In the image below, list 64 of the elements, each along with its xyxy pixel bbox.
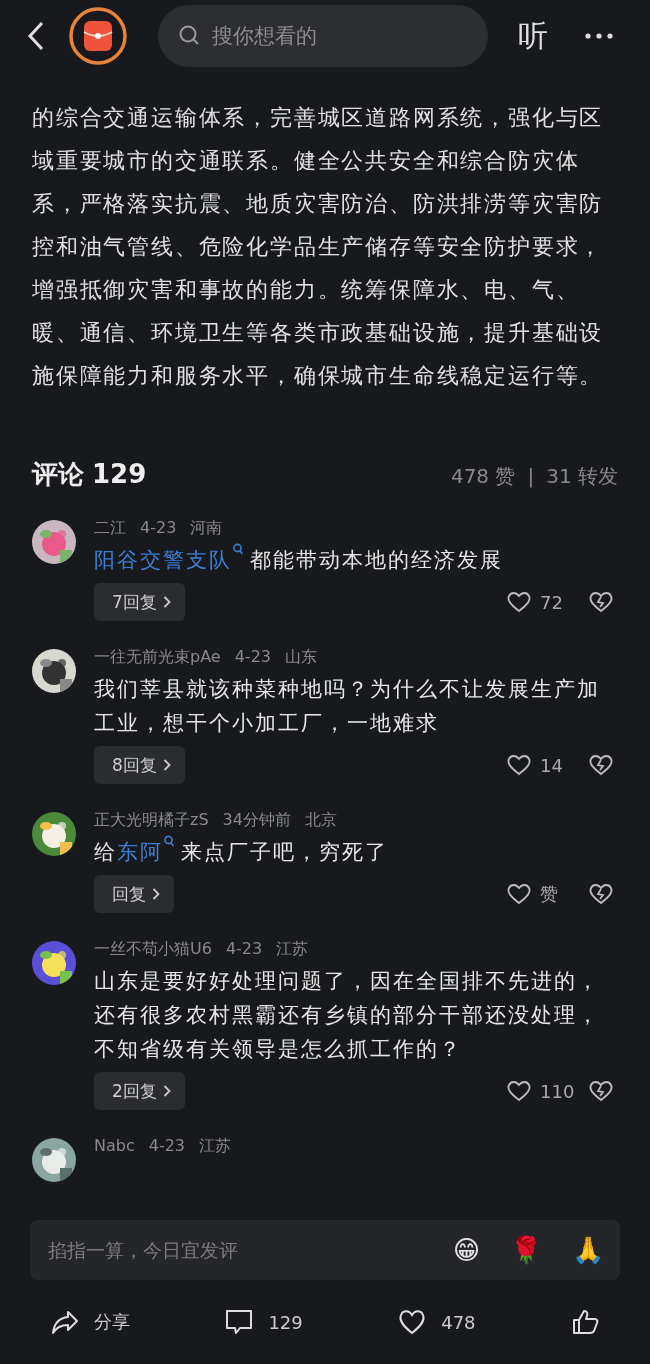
comment-input[interactable]: 掐指一算，今日宜发评 😁 🌹 🙏 bbox=[30, 1220, 620, 1280]
chevron-icon bbox=[162, 595, 171, 609]
topic-link[interactable]: 阳谷交警支队 bbox=[94, 543, 250, 577]
comment-time: 4-23 bbox=[225, 939, 263, 960]
heart-icon[interactable] bbox=[506, 590, 532, 614]
search-icon[interactable] bbox=[232, 543, 244, 557]
comment-text: 来点厂子吧，穷死了 bbox=[181, 840, 388, 864]
username[interactable]: Nabc bbox=[94, 1136, 135, 1157]
comment-text: 我们莘县就该种菜种地吗？为什么不让发展生产加工业，想干个小加工厂，一地难求 bbox=[94, 677, 600, 735]
search-field[interactable]: 搜你想看的 bbox=[158, 5, 488, 67]
back-icon[interactable] bbox=[26, 20, 46, 52]
share-label[interactable]: 分享 bbox=[94, 1310, 130, 1334]
comment-time: 34分钟前 bbox=[222, 810, 291, 831]
heart-icon[interactable] bbox=[506, 882, 532, 906]
more-icon[interactable] bbox=[584, 32, 614, 40]
share-icon[interactable] bbox=[50, 1308, 80, 1336]
search-icon[interactable] bbox=[163, 835, 175, 849]
comment-region: 山东 bbox=[285, 647, 317, 668]
heart-icon[interactable] bbox=[506, 1079, 532, 1103]
comment-time: 4-23 bbox=[140, 518, 177, 539]
comment-text: 山东是要好好处理问题了，因在全国排不先进的，还有很多农村黑霸还有乡镇的部分干部还没处理，不知省级有关领导是怎么抓工作的？ bbox=[94, 969, 600, 1061]
heart-icon[interactable] bbox=[506, 753, 532, 777]
app-logo-icon[interactable] bbox=[68, 6, 128, 66]
broken-heart-icon[interactable] bbox=[588, 882, 614, 906]
comment-region: 河南 bbox=[190, 518, 223, 539]
like-count: 赞 bbox=[540, 882, 559, 906]
emoji-button[interactable]: 😁 bbox=[452, 1235, 480, 1265]
comment-text: 给 bbox=[94, 840, 117, 864]
username[interactable]: 一丝不苟小猫U6 bbox=[94, 939, 212, 960]
comment-count: 129 bbox=[268, 1311, 303, 1333]
comments-count: 129 bbox=[92, 459, 147, 489]
shares-count: 31 转发 bbox=[546, 463, 618, 490]
like-count: 14 bbox=[540, 754, 564, 776]
article-text: 的综合交通运输体系，完善城区道路网系统，强化与区域重要城市的交通联系。健全公共安全和综合防灾体系，严格落实抗震、地质灾害防治、防洪排涝等灾害防控和油气管线、危险化学品生产储存等安全防护要求，增强抵御灾害和事故的能力。统筹保障水、电、气、暖、通信、环境卫生等各类市政基础设施，提升基础设施保障能力和服务水平，确保城市生命线稳定运行等。 bbox=[32, 104, 605, 390]
chevron-icon bbox=[162, 1084, 171, 1098]
replies-button[interactable]: 回复 bbox=[94, 875, 174, 913]
listen-button[interactable]: 听 bbox=[518, 15, 548, 57]
separator: | bbox=[527, 464, 535, 488]
username[interactable]: 二江 bbox=[94, 518, 126, 539]
chevron-icon bbox=[162, 758, 171, 772]
broken-heart-icon[interactable] bbox=[588, 590, 614, 614]
likes-count: 478 赞 bbox=[450, 463, 516, 490]
like-count: 478 bbox=[441, 1311, 476, 1333]
username[interactable]: 正大光明橘子zS bbox=[94, 810, 209, 831]
comment-time: 4-23 bbox=[148, 1136, 186, 1157]
like-count: 72 bbox=[540, 591, 564, 613]
broken-heart-icon[interactable] bbox=[588, 753, 614, 777]
replies-button[interactable]: 8回复 bbox=[94, 746, 185, 784]
replies-button[interactable]: 7回复 bbox=[94, 583, 185, 621]
broken-heart-icon[interactable] bbox=[588, 1079, 614, 1103]
comment-time: 4-23 bbox=[234, 647, 271, 668]
comment-text: 都能带动本地的经济发展 bbox=[250, 548, 503, 572]
comment-region: 江苏 bbox=[199, 1136, 232, 1157]
like-count: 110 bbox=[540, 1080, 576, 1102]
topic-link[interactable]: 东阿 bbox=[117, 835, 181, 869]
comments-title: 评论 bbox=[32, 458, 84, 491]
username[interactable]: 一往无前光束pAe bbox=[94, 647, 221, 668]
comment-icon[interactable] bbox=[224, 1308, 255, 1336]
comment-region: 江苏 bbox=[276, 939, 309, 960]
chevron-icon bbox=[152, 887, 160, 901]
emoji-button[interactable]: 🙏 bbox=[572, 1235, 604, 1265]
replies-button[interactable]: 2回复 bbox=[94, 1072, 185, 1110]
thumbs-up-icon[interactable] bbox=[570, 1308, 600, 1336]
comment-region: 北京 bbox=[304, 810, 337, 831]
